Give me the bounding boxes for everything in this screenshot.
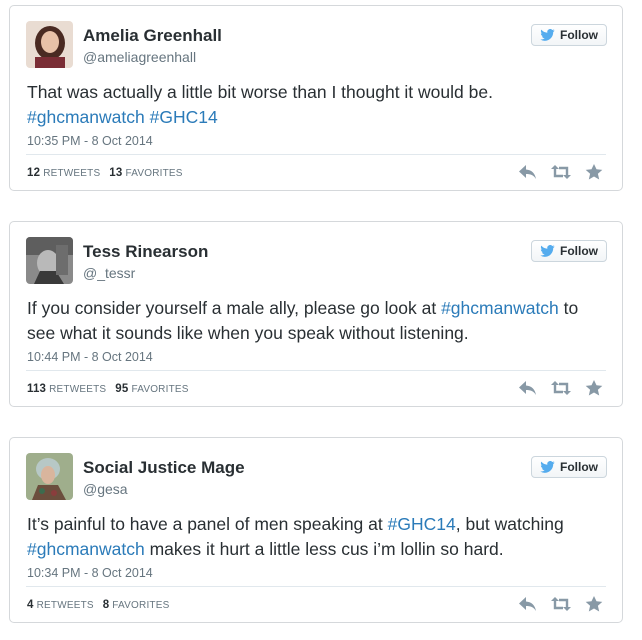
follow-button[interactable]: Follow [531, 456, 607, 478]
favorites-label[interactable]: FAVORITES [125, 168, 182, 179]
user-name[interactable]: Amelia Greenhall [83, 26, 222, 46]
user-handle[interactable]: @ameliagreenhall [83, 49, 196, 65]
tweet-timestamp[interactable]: 10:34 PM - 8 Oct 2014 [27, 566, 153, 580]
tweet-actions [518, 164, 604, 180]
avatar[interactable] [26, 453, 73, 500]
favorite-count[interactable]: 95 [115, 383, 128, 395]
tweet-text-part: makes it hurt a little less cus i’m loll… [149, 539, 504, 559]
user-handle[interactable]: @gesa [83, 481, 128, 497]
star-icon[interactable] [584, 380, 604, 396]
retweets-label[interactable]: RETWEETS [49, 384, 106, 395]
reply-icon[interactable] [518, 164, 538, 180]
hashtag-link[interactable]: #ghcmanwatch [441, 298, 559, 318]
tweet-stats: 4 RETWEETS 8 FAVORITES [27, 599, 169, 611]
retweet-icon[interactable] [551, 380, 571, 396]
tweet-text-part: That was actually a little bit worse tha… [27, 82, 493, 102]
star-icon[interactable] [584, 164, 604, 180]
tweet-card: Tess Rinearson @_tessr Follow If you con… [9, 221, 623, 407]
tweet-card: Social Justice Mage @gesa Follow It’s pa… [9, 437, 623, 623]
follow-label: Follow [560, 28, 598, 42]
divider [26, 370, 606, 371]
favorite-count[interactable]: 13 [109, 167, 122, 179]
follow-label: Follow [560, 460, 598, 474]
user-name[interactable]: Tess Rinearson [83, 242, 208, 262]
hashtag-link[interactable]: #ghcmanwatch [27, 107, 145, 127]
star-icon[interactable] [584, 596, 604, 612]
tweet-actions [518, 380, 604, 396]
favorite-count[interactable]: 8 [103, 599, 110, 611]
favorites-label[interactable]: FAVORITES [112, 600, 169, 611]
twitter-bird-icon [540, 245, 555, 257]
avatar[interactable] [26, 21, 73, 68]
tweet-stats: 12 RETWEETS 13 FAVORITES [27, 167, 183, 179]
retweet-icon[interactable] [551, 164, 571, 180]
hashtag-link[interactable]: #ghcmanwatch [27, 539, 145, 559]
divider [26, 154, 606, 155]
user-handle[interactable]: @_tessr [83, 265, 135, 281]
follow-button[interactable]: Follow [531, 24, 607, 46]
tweet-actions [518, 596, 604, 612]
tweet-text-part: It’s painful to have a panel of men spea… [27, 514, 383, 534]
tweet-stats: 113 RETWEETS 95 FAVORITES [27, 383, 189, 395]
divider [26, 586, 606, 587]
favorites-label[interactable]: FAVORITES [131, 384, 188, 395]
tweet-text: It’s painful to have a panel of men spea… [27, 512, 608, 562]
tweet-text: If you consider yourself a male ally, pl… [27, 296, 608, 346]
follow-button[interactable]: Follow [531, 240, 607, 262]
twitter-bird-icon [540, 29, 555, 41]
reply-icon[interactable] [518, 596, 538, 612]
retweet-count[interactable]: 12 [27, 167, 40, 179]
reply-icon[interactable] [518, 380, 538, 396]
tweet-text-part: , but watching [455, 514, 564, 534]
twitter-bird-icon [540, 461, 555, 473]
avatar[interactable] [26, 237, 73, 284]
retweet-count[interactable]: 4 [27, 599, 34, 611]
retweets-label[interactable]: RETWEETS [43, 168, 100, 179]
retweet-count[interactable]: 113 [27, 383, 46, 395]
follow-label: Follow [560, 244, 598, 258]
retweet-icon[interactable] [551, 596, 571, 612]
tweet-text: That was actually a little bit worse tha… [27, 80, 608, 130]
tweet-text-part: If you consider yourself a male ally, pl… [27, 298, 437, 318]
retweets-label[interactable]: RETWEETS [37, 600, 94, 611]
tweet-timestamp[interactable]: 10:35 PM - 8 Oct 2014 [27, 134, 153, 148]
hashtag-link[interactable]: #GHC14 [150, 107, 218, 127]
user-name[interactable]: Social Justice Mage [83, 458, 245, 478]
tweet-timestamp[interactable]: 10:44 PM - 8 Oct 2014 [27, 350, 153, 364]
hashtag-link[interactable]: #GHC14 [388, 514, 456, 534]
tweet-card: Amelia Greenhall @ameliagreenhall Follow… [9, 5, 623, 191]
